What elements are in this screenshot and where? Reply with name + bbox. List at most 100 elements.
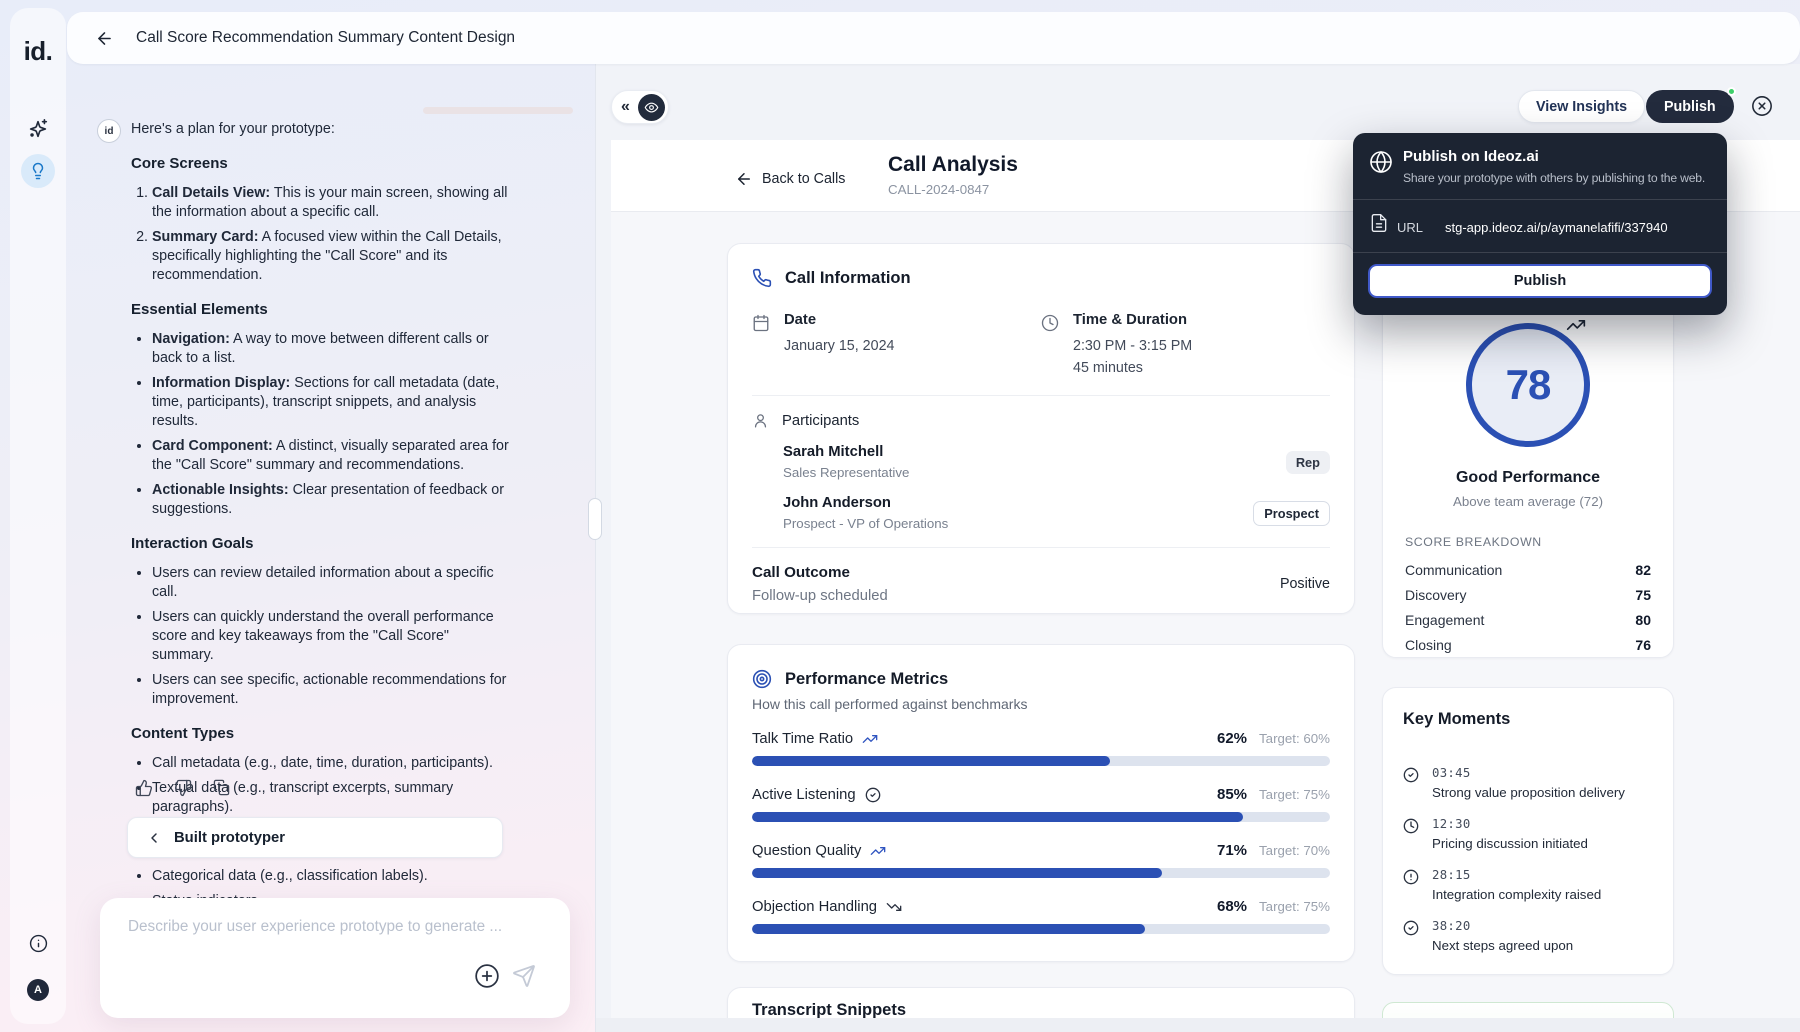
prompt-input-card[interactable] bbox=[100, 898, 570, 1018]
metric-target: Target: 60% bbox=[1259, 731, 1330, 746]
date-label: Date bbox=[784, 312, 817, 328]
key-moment-text: Integration complexity raised bbox=[1432, 887, 1602, 902]
participants-list: Sarah Mitchell Sales Representative Rep Joh… bbox=[752, 444, 1330, 531]
send-icon[interactable] bbox=[512, 964, 536, 988]
back-arrow-icon[interactable] bbox=[735, 170, 753, 188]
chat-scrollbar[interactable] bbox=[423, 107, 573, 114]
participant-row: Sarah Mitchell Sales Representative Rep bbox=[783, 444, 1330, 480]
metrics-list: Talk Time Ratio 62% Target: 60% Active List… bbox=[752, 730, 1330, 934]
plan-list-item: Call Details View: This is your main scr… bbox=[152, 184, 511, 222]
publish-popover-subtitle: Share your prototype with others by publ… bbox=[1403, 171, 1706, 185]
metric-values: 85% Target: 75% bbox=[1217, 786, 1330, 803]
user-icon bbox=[752, 412, 769, 429]
target-icon bbox=[752, 669, 772, 689]
metric-bar-track bbox=[752, 756, 1330, 766]
publish-popover: Publish on Ideoz.ai Share your prototype… bbox=[1353, 133, 1727, 315]
app-logo[interactable]: id. bbox=[10, 36, 66, 67]
url-label: URL bbox=[1397, 220, 1424, 235]
metric-bar-fill bbox=[752, 812, 1244, 822]
url-value[interactable]: stg-app.ideoz.ai/p/aymanelafifi/337940 bbox=[1445, 220, 1668, 235]
breakdown-row: Engagement 80 bbox=[1405, 612, 1651, 628]
key-moment-body: 03:45 Strong value proposition delivery bbox=[1432, 766, 1625, 800]
built-prototyper-button[interactable]: Built prototyper bbox=[127, 817, 503, 858]
metric-values: 62% Target: 60% bbox=[1217, 730, 1330, 747]
panel-resize-handle[interactable] bbox=[588, 498, 602, 540]
info-icon[interactable] bbox=[21, 926, 55, 960]
publish-confirm-button[interactable]: Publish bbox=[1368, 264, 1712, 298]
nav-rail: id. A bbox=[10, 8, 66, 1024]
check-icon bbox=[1403, 767, 1419, 800]
performance-metrics-subheading: How this call performed against benchmar… bbox=[752, 696, 1028, 712]
preview-toolbar-pill: « bbox=[611, 90, 669, 124]
trend-up-icon bbox=[862, 731, 878, 747]
publish-button[interactable]: Publish bbox=[1646, 87, 1736, 123]
plan-list: Call Details View: This is your main scr… bbox=[131, 184, 511, 285]
sparkles-icon[interactable] bbox=[21, 112, 55, 146]
participant-info: Sarah Mitchell Sales Representative bbox=[783, 444, 909, 480]
breakdown-row: Closing 76 bbox=[1405, 637, 1651, 653]
call-title-block: Call Analysis CALL-2024-0847 bbox=[888, 153, 1018, 197]
participant-name: John Anderson bbox=[783, 495, 891, 511]
plan-list-item: Summary Card: A focused view within the … bbox=[152, 228, 511, 285]
back-to-calls-link[interactable]: Back to Calls bbox=[762, 171, 845, 187]
prompt-input[interactable] bbox=[126, 912, 536, 942]
call-outcome-status: Positive bbox=[1279, 576, 1330, 592]
plan-list: Navigation: A way to move between differ… bbox=[131, 330, 511, 519]
performance-metrics-card: Performance Metrics How this call perfor… bbox=[727, 644, 1355, 962]
score-sublabel: Above team average (72) bbox=[1452, 494, 1604, 509]
plan-intro: Here's a plan for your prototype: bbox=[131, 121, 335, 137]
view-insights-button[interactable]: View Insights bbox=[1518, 90, 1646, 123]
metric-header: Objection Handling 68% Target: 75% bbox=[752, 898, 1330, 915]
close-icon[interactable] bbox=[1751, 95, 1773, 117]
key-moments-heading: Key Moments bbox=[1403, 710, 1511, 728]
plan-list-item: Actionable Insights: Clear presentation … bbox=[152, 481, 511, 519]
metric-bar-fill bbox=[752, 924, 1146, 934]
score-breakdown: SCORE BREAKDOWN Communication 82 Discovery… bbox=[1383, 535, 1673, 653]
participants-heading: Participants bbox=[782, 412, 860, 429]
user-avatar[interactable]: A bbox=[27, 979, 49, 1001]
assistant-message: Here's a plan for your prototype: Core S… bbox=[131, 120, 511, 917]
collapse-panel-icon[interactable]: « bbox=[621, 99, 630, 115]
score-breakdown-list: Communication 82 Discovery 75 Engagement 80 Cl… bbox=[1405, 562, 1651, 653]
plan-list: Users can review detailed information ab… bbox=[131, 564, 511, 709]
plan-list-item: Card Component: A distinct, visually sep… bbox=[152, 437, 511, 475]
score-value: 78 bbox=[1505, 361, 1552, 408]
thumbs-down-icon[interactable] bbox=[174, 779, 192, 797]
breakdown-label: Discovery bbox=[1405, 587, 1467, 603]
plan-list-item: Categorical data (e.g., classification l… bbox=[152, 867, 511, 886]
metric-label: Question Quality bbox=[752, 842, 862, 859]
metric-row: Question Quality 71% Target: 70% bbox=[752, 842, 1330, 878]
metric-label: Talk Time Ratio bbox=[752, 730, 854, 747]
plan-list-item: Information Display: Sections for call m… bbox=[152, 374, 511, 431]
metric-value: 62% bbox=[1217, 730, 1248, 747]
thumbs-up-icon[interactable] bbox=[135, 779, 153, 797]
date-value: January 15, 2024 bbox=[784, 338, 895, 354]
performance-metrics-heading: Performance Metrics bbox=[785, 669, 949, 688]
file-icon bbox=[1369, 213, 1389, 233]
clock-icon bbox=[1041, 314, 1059, 379]
key-moment-time: 12:30 bbox=[1432, 817, 1471, 831]
key-moment-text: Strong value proposition delivery bbox=[1432, 785, 1625, 800]
metric-bar-track bbox=[752, 924, 1330, 934]
metric-header: Talk Time Ratio 62% Target: 60% bbox=[752, 730, 1330, 747]
metric-row: Objection Handling 68% Target: 75% bbox=[752, 898, 1330, 934]
back-arrow-icon[interactable] bbox=[95, 29, 114, 48]
plan-section-heading: Content Types bbox=[131, 725, 235, 742]
assistant-avatar: id bbox=[97, 119, 121, 143]
time-value: 2:30 PM - 3:15 PM bbox=[1073, 338, 1193, 354]
participant-badge: Prospect bbox=[1253, 500, 1330, 526]
key-moment-text: Pricing discussion initiated bbox=[1432, 836, 1588, 851]
globe-icon bbox=[1369, 150, 1393, 174]
eye-icon[interactable] bbox=[638, 94, 665, 121]
metric-row: Talk Time Ratio 62% Target: 60% bbox=[752, 730, 1330, 766]
metric-row: Active Listening 85% Target: 75% bbox=[752, 786, 1330, 822]
plan-list-item: Users can see specific, actionable recom… bbox=[152, 671, 511, 709]
copy-icon[interactable] bbox=[213, 779, 230, 797]
call-outcome-value: Follow-up scheduled bbox=[752, 588, 888, 604]
plus-circle-icon[interactable] bbox=[474, 963, 500, 989]
lightbulb-icon[interactable] bbox=[21, 154, 55, 188]
score-breakdown-heading: SCORE BREAKDOWN bbox=[1405, 535, 1542, 549]
plan-sections: Core Screens Call Details View: This is y… bbox=[131, 154, 511, 911]
plan-section-heading: Essential Elements bbox=[131, 301, 268, 318]
key-moments-list: 03:45 Strong value proposition delivery 12… bbox=[1403, 766, 1653, 953]
